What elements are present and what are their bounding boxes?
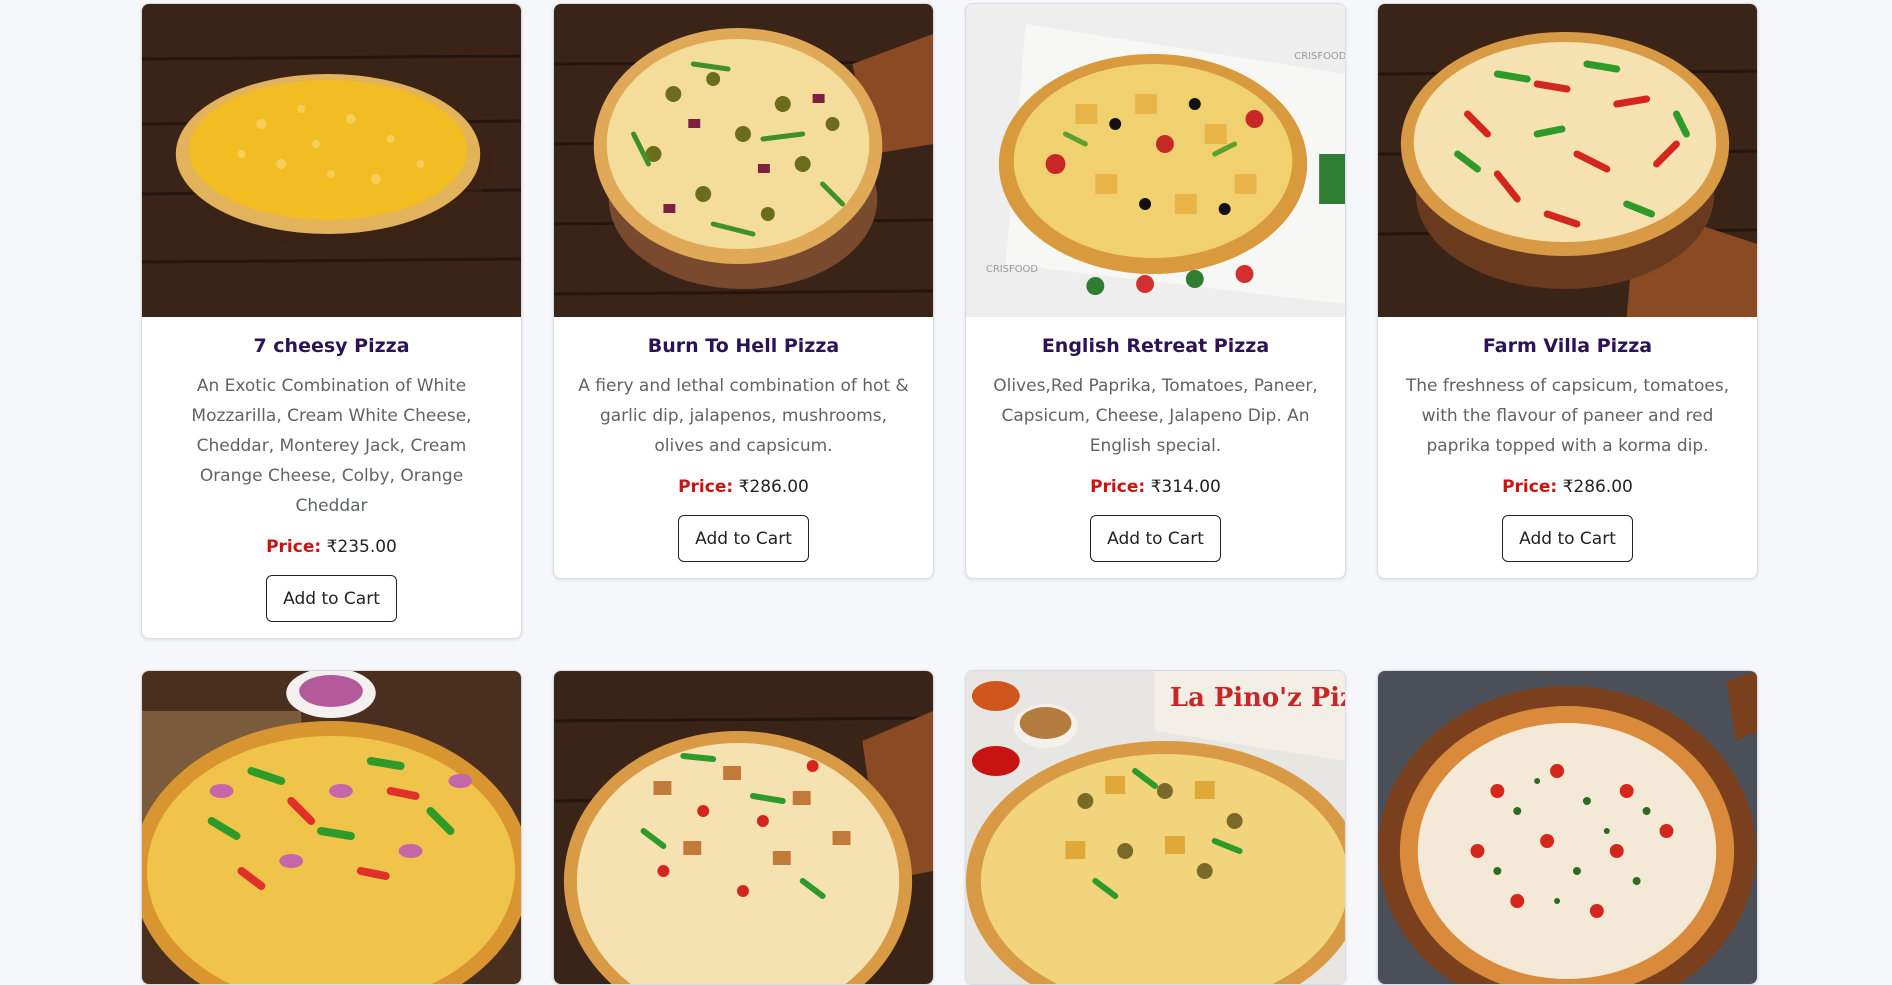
price-label: Price: [266,537,322,557]
price-label: Price: [1502,477,1558,497]
price-value: ₹235.00 [326,537,397,557]
product-card [141,670,522,985]
product-image[interactable] [554,671,933,984]
product-card [553,670,934,985]
product-image[interactable]: La Pino'z Pizza [966,671,1345,984]
price-label: Price: [678,477,734,497]
product-description: The freshness of capsicum, tomatoes, wit… [1405,376,1730,456]
product-card: Burn To Hell Pizza A fiery and lethal co… [553,3,934,579]
price-value: ₹314.00 [1150,477,1221,497]
watermark-text: CRISFOOD [986,264,1038,275]
product-title: 7 cheesy Pizza [253,335,410,357]
product-price: Price: ₹286.00 [1400,477,1735,497]
product-title: English Retreat Pizza [1041,335,1270,357]
product-image[interactable] [1378,671,1757,984]
add-to-cart-button[interactable]: Add to Cart [678,515,809,562]
product-image[interactable]: CRISFOOD CRISFOOD [966,4,1345,317]
product-image[interactable] [554,4,933,317]
add-to-cart-button[interactable]: Add to Cart [266,575,397,622]
add-to-cart-button[interactable]: Add to Cart [1502,515,1633,562]
product-card [1377,670,1758,985]
watermark-text: CRISFOOD [1294,51,1345,62]
price-value: ₹286.00 [738,477,809,497]
product-card: CRISFOOD CRISFOOD English Retreat Pizza … [965,3,1346,579]
product-title: Burn To Hell Pizza [647,335,840,357]
add-to-cart-button[interactable]: Add to Cart [1090,515,1221,562]
product-image[interactable] [142,4,521,317]
product-card: Farm Villa Pizza The freshness of capsic… [1377,3,1758,579]
price-value: ₹286.00 [1562,477,1633,497]
product-description: An Exotic Combination of White Mozzarill… [191,376,472,516]
product-image[interactable] [1378,4,1757,317]
product-image[interactable] [142,671,521,984]
product-description: Olives,Red Paprika, Tomatoes, Paneer, Ca… [993,376,1318,456]
product-price: Price: ₹235.00 [164,537,499,557]
product-description: A fiery and lethal combination of hot & … [578,376,909,456]
product-price: Price: ₹286.00 [576,477,911,497]
product-grid: 7 cheesy Pizza An Exotic Combination of … [141,3,1761,985]
box-brand-text: La Pino'z Pizza [1170,683,1345,713]
product-price: Price: ₹314.00 [988,477,1323,497]
product-card: 7 cheesy Pizza An Exotic Combination of … [141,3,522,639]
product-title: Farm Villa Pizza [1482,335,1653,357]
price-label: Price: [1090,477,1146,497]
product-card: La Pino'z Pizza [965,670,1346,985]
